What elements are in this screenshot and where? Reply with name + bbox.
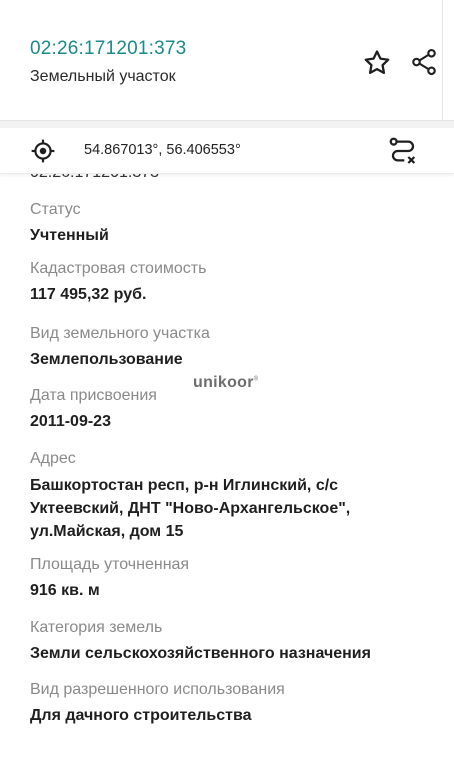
watermark-mark: ®: [253, 376, 259, 383]
field-value: Для дачного строительства: [30, 707, 252, 724]
field-cadastral-cost: Кадастровая стоимость 117 495,32 руб.: [30, 259, 206, 306]
field-land-type: Вид земельного участка Землепользование: [30, 324, 210, 371]
field-value: Башкортостан респ, р-н Иглинский, с/с Ук…: [30, 477, 351, 540]
favorite-button[interactable]: [360, 46, 394, 80]
field-label: Вид земельного участка: [30, 325, 210, 342]
section-divider: [0, 120, 454, 128]
field-land-category: Категория земель Земли сельскохозяйствен…: [30, 618, 371, 665]
field-value: 117 495,32 руб.: [30, 286, 147, 303]
locate-button[interactable]: [26, 134, 60, 168]
field-label: Дата присвоения: [30, 387, 157, 404]
field-value: 2011-09-23: [30, 413, 111, 430]
share-button[interactable]: [406, 44, 442, 80]
field-address: Адрес Башкортостан респ, р-н Иглинский, …: [30, 449, 430, 543]
cadastral-number[interactable]: 02:26:171201:373: [30, 38, 186, 60]
route-button[interactable]: [384, 132, 422, 170]
field-label: Кадастровая стоимость: [30, 260, 207, 277]
header-edge: [442, 0, 443, 120]
field-assign-date: Дата присвоения 2011-09-23: [30, 386, 157, 433]
field-label: Категория земель: [30, 619, 163, 636]
field-value: 916 кв. м: [30, 582, 100, 599]
watermark-logo: unikoor®: [193, 374, 259, 392]
coordinates-bar: 54.867013°, 56.406553°: [0, 128, 454, 174]
field-permitted-use: Вид разрешенного использования Для дачно…: [30, 680, 285, 727]
object-header: 02:26:171201:373 Земельный участок: [0, 0, 454, 120]
field-area: Площадь уточненная 916 кв. м: [30, 555, 189, 602]
share-icon: [412, 48, 436, 76]
object-type: Земельный участок: [30, 68, 176, 85]
watermark-text: unikoor: [193, 374, 254, 391]
star-outline-icon: [364, 50, 390, 74]
field-label: Вид разрешенного использования: [30, 681, 285, 698]
field-value: Земли сельскохозяйственного назначения: [30, 645, 371, 662]
field-label: Адрес: [30, 450, 76, 467]
field-value: Учтенный: [30, 227, 109, 244]
coordinates-value[interactable]: 54.867013°, 56.406553°: [84, 142, 241, 158]
field-label: Статус: [30, 201, 81, 218]
field-label: Площадь уточненная: [30, 556, 190, 573]
crosshair-icon: [31, 139, 55, 163]
route-icon: [389, 137, 416, 164]
field-status: Статус Учтенный: [30, 200, 109, 247]
field-value: Землепользование: [30, 351, 183, 368]
